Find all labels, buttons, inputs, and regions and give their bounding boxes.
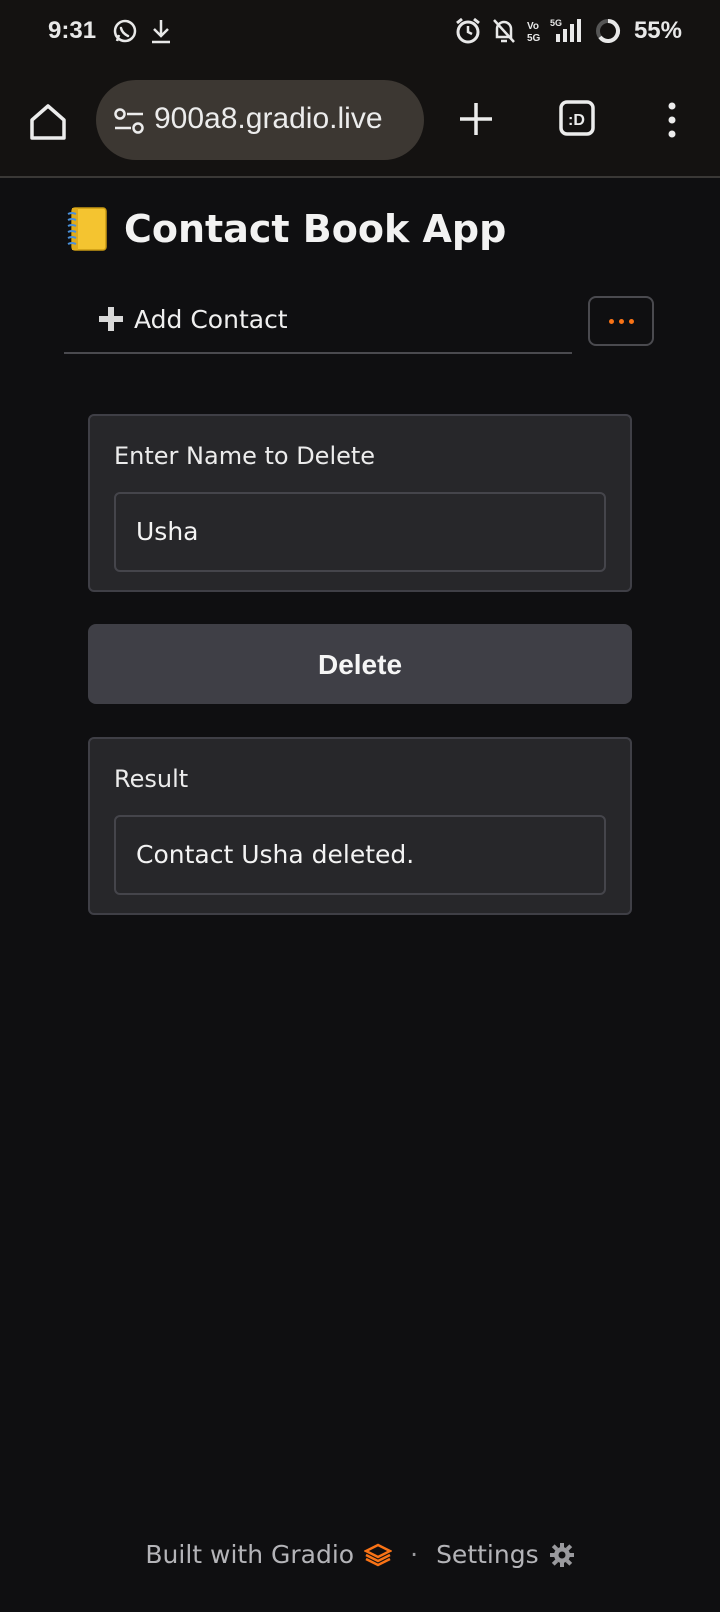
- signal-icon: 5G: [550, 18, 581, 42]
- result-output: Contact Usha deleted.: [114, 815, 606, 895]
- footer: Built with Gradio · Settings: [0, 1540, 720, 1569]
- status-bar: 9:31 Vo 5G 5G 55%: [0, 0, 720, 66]
- ellipsis-dot: [618, 318, 624, 324]
- gear-icon[interactable]: [549, 1542, 575, 1568]
- built-with-gradio-link[interactable]: Built with Gradio: [145, 1540, 354, 1569]
- notebook-icon: [67, 207, 107, 251]
- new-tab-icon[interactable]: [456, 99, 496, 139]
- svg-text:Vo: Vo: [527, 21, 539, 32]
- ellipsis-icon: [608, 318, 614, 324]
- battery-percent: 55%: [633, 17, 682, 44]
- download-icon: [152, 20, 170, 44]
- gradio-logo-icon: [364, 1543, 393, 1566]
- delete-button[interactable]: Delete: [88, 624, 632, 704]
- status-time: 9:31: [48, 17, 97, 44]
- status-icons-right: Vo 5G 5G 55%: [454, 16, 682, 46]
- site-settings-icon[interactable]: [112, 106, 146, 136]
- more-tabs-button[interactable]: [588, 296, 654, 346]
- battery-saver-icon: [595, 19, 620, 43]
- delete-name-input[interactable]: Usha: [114, 492, 606, 572]
- volte-icon: Vo 5G: [527, 21, 541, 44]
- home-icon[interactable]: [26, 100, 70, 144]
- plus-icon: [99, 307, 123, 331]
- browser-toolbar: 900a8.gradio.live :D: [0, 66, 720, 178]
- svg-text::D: :D: [568, 112, 585, 129]
- delete-name-label: Enter Name to Delete: [114, 442, 376, 470]
- status-icons-left: [112, 16, 174, 46]
- svg-text:5G: 5G: [550, 18, 562, 28]
- app-title-text: Contact Book App: [124, 207, 507, 251]
- tab-bar: Add Contact: [64, 290, 572, 354]
- result-panel: Result Contact Usha deleted.: [88, 737, 632, 915]
- settings-link[interactable]: Settings: [436, 1540, 539, 1569]
- page-title: Contact Book App: [66, 205, 506, 253]
- url-text: 900a8.gradio.live: [154, 102, 383, 135]
- whatsapp-icon: [113, 19, 137, 43]
- result-label: Result: [114, 765, 189, 793]
- alarm-icon: [456, 17, 480, 44]
- tab-add-contact[interactable]: Add Contact: [96, 304, 288, 334]
- footer-separator: ·: [410, 1540, 419, 1569]
- address-bar[interactable]: 900a8.gradio.live: [96, 80, 424, 160]
- delete-name-panel: Enter Name to Delete Usha: [88, 414, 632, 592]
- svg-text:5G: 5G: [527, 33, 541, 44]
- tab-add-contact-label: Add Contact: [134, 304, 288, 334]
- ellipsis-dot: [628, 318, 634, 324]
- mute-bell-icon: [493, 19, 515, 43]
- overflow-menu-icon[interactable]: [660, 100, 684, 140]
- tab-switcher-icon[interactable]: :D: [558, 99, 596, 137]
